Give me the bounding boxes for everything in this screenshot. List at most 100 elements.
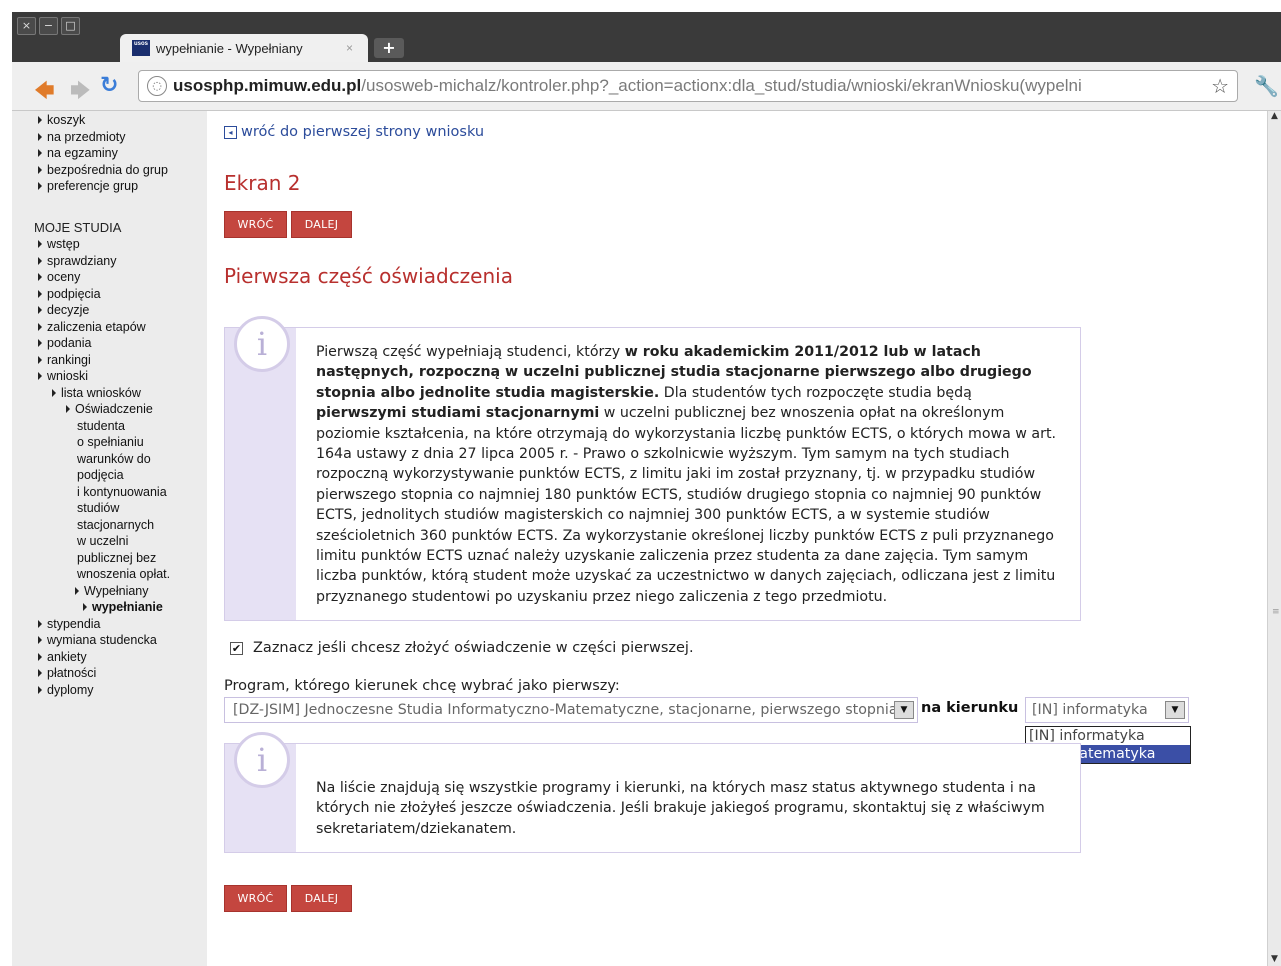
info-icon: i — [234, 732, 290, 788]
triangle-bullet-icon — [38, 619, 42, 628]
sidebar-item[interactable]: Oświadczenie — [66, 401, 153, 417]
sidebar-item-label: lista wniosków — [61, 385, 141, 400]
info-icon: i — [234, 316, 290, 372]
kierunek-select[interactable]: [IN] informatyka ▼ — [1025, 697, 1189, 723]
bookmark-star-icon[interactable]: ☆ — [1207, 74, 1229, 98]
sidebar-item[interactable]: na przedmioty — [38, 129, 126, 145]
tab-title: wypełnianie - Wypełniany — [156, 40, 303, 56]
reload-icon[interactable]: ↻ — [100, 73, 118, 98]
sidebar-item[interactable]: decyzje — [38, 302, 89, 318]
chevron-down-icon[interactable]: ▼ — [1165, 701, 1185, 719]
address-bar[interactable]: ◌ usosphp.mimuw.edu.pl/usosweb-michalz/k… — [138, 70, 1238, 102]
browser-tab[interactable]: usos wypełnianie - Wypełniany × — [120, 34, 368, 62]
sidebar-item[interactable]: w uczelni — [77, 533, 128, 549]
scroll-up-arrow-icon[interactable]: ▲ — [1271, 111, 1278, 121]
page-title: Ekran 2 — [224, 171, 301, 195]
sidebar-item[interactable]: wnioski — [38, 368, 88, 384]
sidebar-item-label: podania — [47, 336, 92, 350]
sidebar-item-label: decyzje — [47, 303, 90, 317]
sidebar-item[interactable]: i kontynuowania — [77, 484, 167, 500]
sidebar-item-label: o spełnianiu — [77, 435, 144, 449]
back-to-first-page-link[interactable]: ◂ wróć do pierwszej strony wniosku — [224, 124, 484, 140]
sidebar-item[interactable]: wypełnianie — [83, 599, 163, 615]
chevron-down-icon[interactable]: ▼ — [894, 701, 914, 719]
sidebar-item-label: rankingi — [47, 352, 91, 367]
main-content: ◂ wróć do pierwszej strony wniosku Ekran… — [224, 111, 1264, 966]
sidebar-item[interactable]: sprawdziany — [38, 253, 116, 269]
new-tab-button[interactable]: + — [374, 38, 404, 58]
url-text[interactable]: usosphp.mimuw.edu.pl/usosweb-michalz/kon… — [173, 76, 1082, 96]
forward-arrow-icon[interactable]: 🡆 — [70, 76, 91, 110]
sidebar-item-label: podjęcia — [77, 468, 124, 482]
sidebar-item[interactable]: podjęcia — [77, 467, 124, 483]
sidebar-item-label: sprawdziany — [47, 253, 117, 268]
sidebar-item[interactable]: na egzaminy — [38, 145, 118, 161]
sidebar-item[interactable]: dyplomy — [38, 682, 94, 698]
sidebar-item[interactable]: stypendia — [38, 616, 101, 632]
program-select[interactable]: [DZ-JSIM] Jednoczesne Studia Informatycz… — [224, 697, 918, 723]
scroll-down-arrow-icon[interactable]: ▼ — [1271, 954, 1278, 964]
info-text-program-list: Na liście znajdują się wszystkie program… — [316, 780, 1045, 837]
sidebar-item[interactable]: wstęp — [38, 236, 80, 252]
sidebar-item[interactable]: studenta — [77, 418, 125, 434]
triangle-bullet-icon — [83, 603, 87, 611]
sidebar-item[interactable]: płatności — [38, 665, 96, 681]
sidebar-item[interactable]: preferencje grup — [38, 178, 138, 194]
program-select-value: [DZ-JSIM] Jednoczesne Studia Informatycz… — [233, 702, 898, 718]
minimize-window-button[interactable]: − — [39, 17, 58, 35]
sidebar-item-label: warunków do — [77, 451, 151, 466]
info-text-part: Dla studentów tych rozpoczęte studia będ… — [659, 384, 972, 401]
triangle-bullet-icon — [66, 405, 70, 413]
vertical-scrollbar[interactable]: ▲ ≡ ▼ — [1267, 111, 1281, 966]
sidebar-item[interactable]: ankiety — [38, 649, 87, 665]
sidebar-item[interactable]: zaliczenia etapów — [38, 319, 146, 335]
sidebar-menu: MOJE STUDIA koszyk na przedmioty na egzami… — [12, 111, 207, 966]
sidebar-item-label: dyplomy — [47, 682, 94, 697]
sidebar-item-label: stacjonarnych — [77, 517, 155, 532]
sidebar-item[interactable]: wnoszenia opłat. — [77, 566, 170, 582]
sidebar-item-label: zaliczenia etapów — [47, 319, 146, 334]
declaration-checkbox-label: Zaznacz jeśli chcesz złożyć oświadczenie… — [253, 640, 694, 656]
site-info-icon[interactable]: ◌ — [147, 76, 167, 96]
sidebar-item[interactable]: o spełnianiu — [77, 434, 144, 450]
sidebar-item[interactable]: wymiana studencka — [38, 632, 157, 648]
next-button-top[interactable]: DALEJ — [291, 211, 352, 238]
sidebar-item[interactable]: podania — [38, 335, 92, 351]
sidebar-item-label: oceny — [47, 270, 81, 284]
sidebar-item[interactable]: Wypełniany — [75, 583, 149, 599]
triangle-bullet-icon — [38, 116, 42, 124]
back-button-bottom[interactable]: WRÓĆ — [224, 885, 287, 912]
wrench-menu-icon[interactable]: 🔧 — [1254, 74, 1279, 98]
sidebar-item[interactable]: koszyk — [38, 112, 85, 128]
scroll-grip-icon[interactable]: ≡ — [1272, 607, 1280, 617]
field-label-kierunek: na kierunku — [921, 700, 1019, 716]
sidebar-item[interactable]: warunków do — [77, 451, 151, 467]
triangle-bullet-icon — [38, 652, 42, 661]
tab-close-icon[interactable]: × — [346, 41, 360, 55]
sidebar-item[interactable]: studiów — [77, 500, 119, 516]
sidebar-item[interactable]: bezpośrednia do grup — [38, 162, 168, 178]
triangle-bullet-icon — [38, 289, 42, 298]
sidebar-item[interactable]: publicznej bez — [77, 550, 156, 566]
triangle-bullet-icon — [75, 586, 79, 595]
sidebar-item[interactable]: podpięcia — [38, 286, 101, 302]
close-window-button[interactable]: × — [17, 17, 36, 35]
maximize-window-button[interactable]: □ — [61, 17, 80, 35]
back-button-top[interactable]: WRÓĆ — [224, 211, 287, 238]
declaration-checkbox[interactable]: ✔ — [230, 641, 243, 655]
sidebar-item[interactable]: rankingi — [38, 352, 91, 368]
sidebar-item-label: na przedmioty — [47, 129, 126, 144]
declaration-checkbox-row[interactable]: ✔ Zaznacz jeśli chcesz złożyć oświadczen… — [230, 640, 694, 656]
sidebar-item[interactable]: oceny — [38, 269, 80, 285]
sidebar-item-label: bezpośrednia do grup — [47, 162, 168, 177]
sidebar-item[interactable]: lista wniosków — [52, 385, 141, 401]
next-button-bottom[interactable]: DALEJ — [291, 885, 352, 912]
back-arrow-icon[interactable]: 🡄 — [34, 76, 55, 110]
sidebar-item-label: Oświadczenie — [75, 402, 153, 416]
sidebar-item-label: wnioski — [47, 369, 88, 383]
triangle-bullet-icon — [38, 685, 42, 694]
sidebar-item[interactable]: stacjonarnych — [77, 517, 154, 533]
sidebar-item-label: publicznej bez — [77, 550, 157, 565]
triangle-bullet-icon — [38, 322, 42, 331]
screen-top — [0, 0, 1281, 12]
